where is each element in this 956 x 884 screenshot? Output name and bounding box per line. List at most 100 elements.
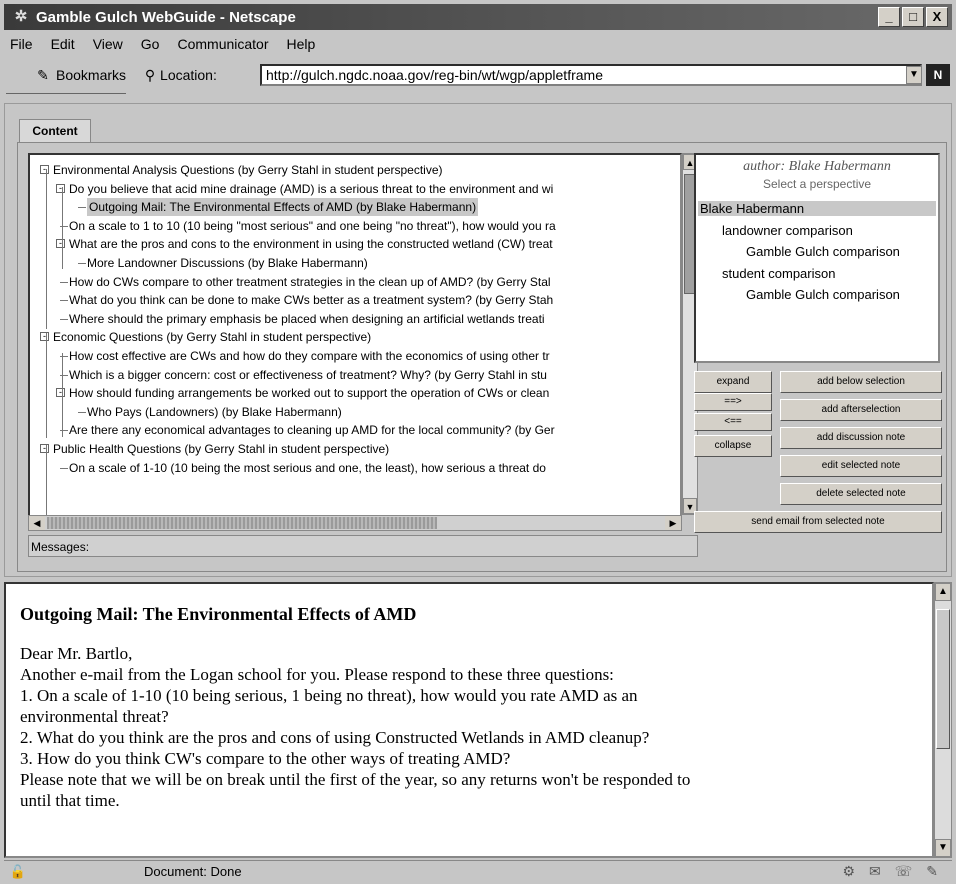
perspective-item[interactable]: student comparison [722, 266, 835, 281]
tree-item[interactable]: Environmental Analysis Questions (by Ger… [53, 161, 443, 179]
tree-item[interactable]: Where should the primary emphasis be pla… [69, 310, 545, 328]
bookmarks-button[interactable]: Bookmarks [56, 67, 126, 83]
browser-window: ✲ Gamble Gulch WebGuide - Netscape _ □ X… [0, 0, 956, 884]
document-line: 1. On a scale of 1-10 (10 being serious,… [20, 686, 638, 705]
doc-scroll-up-icon[interactable]: ▲ [935, 583, 951, 601]
tree-connector [62, 187, 63, 269]
send-email-button[interactable]: send email from selected note [694, 511, 942, 533]
scroll-right-icon[interactable]: ▶ [665, 516, 681, 530]
tree-item[interactable]: Economic Questions (by Gerry Stahl in st… [53, 328, 371, 346]
scroll-left-icon[interactable]: ◀ [29, 516, 45, 530]
perspective-panel: author: Blake Habermann Select a perspec… [694, 153, 940, 363]
security-lock-icon[interactable]: 🔓 [8, 864, 28, 880]
tree-connector [60, 318, 68, 320]
mail-icon[interactable]: ✉ [869, 863, 881, 880]
tree-item[interactable]: How cost effective are CWs and how do th… [69, 347, 550, 365]
add-after-selection-button[interactable]: add afterselection [780, 399, 942, 421]
discussion-icon[interactable]: ☏ [895, 863, 913, 880]
bookmarks-icon[interactable]: ✎ [30, 67, 56, 84]
tree-horizontal-scrollbar[interactable]: ◀ ▶ [28, 515, 682, 531]
add-discussion-note-button[interactable]: add discussion note [780, 427, 942, 449]
perspective-item[interactable]: Blake Habermann [698, 201, 936, 216]
minimize-button[interactable]: _ [878, 7, 900, 27]
menu-file[interactable]: File [8, 34, 35, 56]
delete-selected-note-button[interactable]: delete selected note [780, 483, 942, 505]
composer-icon[interactable]: ✎ [926, 863, 938, 880]
document-line: 3. How do you think CW's compare to the … [20, 749, 511, 768]
discussion-tree: - Environmental Analysis Questions (by Ge… [28, 153, 682, 531]
tree-item[interactable]: Do you believe that acid mine drainage (… [69, 180, 553, 198]
expand-button[interactable]: expand [694, 371, 772, 393]
status-bar: 🔓 Document: Done ⚙ ✉ ☏ ✎ [4, 860, 952, 882]
menu-view[interactable]: View [91, 34, 125, 56]
tree-connector [78, 411, 86, 413]
tree-item[interactable]: Which is a bigger concern: cost or effec… [69, 366, 547, 384]
tree-expander-icon[interactable]: - [40, 165, 49, 174]
move-left-button[interactable]: <== [694, 413, 772, 431]
menu-edit[interactable]: Edit [49, 34, 77, 56]
tree-item[interactable]: Public Health Questions (by Gerry Stahl … [53, 440, 389, 458]
tree-connector [78, 263, 86, 264]
netscape-logo-icon: N [926, 64, 950, 86]
menu-help[interactable]: Help [285, 34, 318, 56]
document-line: Another e-mail from the Logan school for… [20, 665, 614, 684]
tree-expander-icon[interactable]: - [40, 332, 49, 342]
netscape-app-icon: ✲ [14, 8, 28, 25]
navigator-icon[interactable]: ⚙ [842, 863, 855, 880]
edit-selected-note-button[interactable]: edit selected note [780, 455, 942, 477]
tree-item[interactable]: On a scale of 1-10 (10 being the most se… [69, 459, 546, 477]
tree-item[interactable]: How should funding arrangements be worke… [69, 384, 549, 402]
tab-content[interactable]: Content [19, 119, 91, 143]
tree-item[interactable]: Who Pays (Landowners) (by Blake Haberman… [87, 403, 342, 421]
document-line: Dear Mr. Bartlo, [20, 644, 133, 663]
location-dropdown-icon[interactable]: ▼ [906, 66, 922, 84]
perspective-item[interactable]: Gamble Gulch comparison [746, 287, 900, 302]
window-controls: _ □ X [878, 7, 948, 27]
tree-connector [60, 300, 68, 302]
document-line: 2. What do you think are the pros and co… [20, 728, 650, 747]
document-line: Please note that we will be on break unt… [20, 770, 691, 789]
tree-connector [78, 207, 86, 209]
location-input[interactable]: http://gulch.ngdc.noaa.gov/reg-bin/wt/wg… [260, 64, 922, 86]
tree-connector [46, 333, 47, 438]
title-bar: ✲ Gamble Gulch WebGuide - Netscape _ □ X [4, 4, 952, 30]
select-perspective-label: Select a perspective [762, 177, 872, 191]
perspective-item[interactable]: landowner comparison [722, 223, 853, 238]
doc-scroll-down-icon[interactable]: ▼ [935, 839, 951, 857]
tree-item[interactable]: Are there any economical advantages to c… [69, 421, 555, 439]
close-button[interactable]: X [926, 7, 948, 27]
location-toolbar: ✎ Bookmarks ⚲ Location: http://gulch.ngd… [4, 60, 952, 90]
menu-communicator[interactable]: Communicator [175, 34, 270, 56]
tree-connector [62, 353, 63, 437]
tree-item[interactable]: More Landowner Discussions (by Blake Hab… [87, 254, 368, 272]
tree-expander-icon[interactable]: - [56, 183, 65, 193]
toolbar-grip[interactable] [6, 93, 126, 101]
collapse-button[interactable]: collapse [694, 435, 772, 457]
tree-expander-icon[interactable]: - [56, 388, 65, 398]
hscroll-thumb[interactable] [47, 517, 437, 529]
status-component-icons: ⚙ ✉ ☏ ✎ [842, 863, 938, 880]
location-icon: ⚲ [144, 66, 156, 83]
tree-item[interactable]: What are the pros and cons to the enviro… [69, 235, 553, 253]
tree-expander-icon[interactable]: - [40, 444, 49, 453]
tree-item[interactable]: What do you think can be done to make CW… [69, 291, 553, 309]
menu-go[interactable]: Go [139, 34, 162, 56]
maximize-button[interactable]: □ [902, 7, 924, 27]
perspective-item[interactable]: Gamble Gulch comparison [746, 244, 900, 259]
tree-item[interactable]: How do CWs compare to other treatment st… [69, 273, 551, 291]
document-line: environmental threat? [20, 707, 169, 726]
tree-item[interactable]: On a scale to 1 to 10 (10 being "most se… [69, 217, 556, 235]
document-scrollbar[interactable]: ▲ ▼ [934, 582, 952, 858]
tree-connector [46, 169, 47, 329]
status-text: Document: Done [144, 864, 242, 879]
add-below-selection-button[interactable]: add below selection [780, 371, 942, 393]
tree-expander-icon[interactable]: - [56, 239, 65, 249]
doc-scroll-thumb[interactable] [936, 609, 950, 749]
tree-connector [60, 467, 68, 469]
tree-connector [60, 281, 68, 283]
webguide-applet: Content - Environmental Analysis Question… [4, 103, 952, 577]
content-panel: - Environmental Analysis Questions (by Ge… [17, 142, 947, 572]
tree-item[interactable]: Outgoing Mail: The Environmental Effects… [87, 198, 479, 217]
document-title: Outgoing Mail: The Environmental Effects… [20, 604, 417, 624]
move-right-button[interactable]: ==> [694, 393, 772, 411]
